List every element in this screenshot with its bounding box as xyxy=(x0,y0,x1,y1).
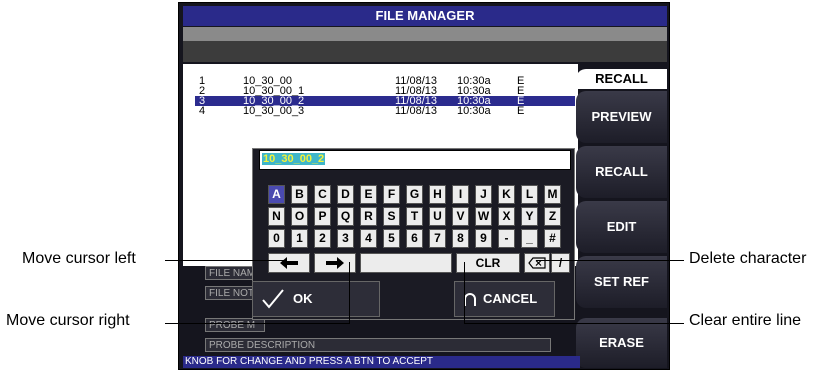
key-X[interactable]: X xyxy=(498,207,515,226)
key-W[interactable]: W xyxy=(475,207,492,226)
key-4[interactable]: 4 xyxy=(360,229,377,248)
key-0[interactable]: 0 xyxy=(268,229,285,248)
key-S[interactable]: S xyxy=(383,207,400,226)
key-9[interactable]: 9 xyxy=(475,229,492,248)
key-8[interactable]: 8 xyxy=(452,229,469,248)
file-name-input[interactable]: 10_30_00_2 xyxy=(259,150,571,170)
key-I[interactable]: I xyxy=(452,185,469,204)
edit-button[interactable]: EDIT xyxy=(576,201,667,253)
file-name-value: 10_30_00_2 xyxy=(262,153,326,165)
key-E[interactable]: E xyxy=(360,185,377,204)
key-U[interactable]: U xyxy=(429,207,446,226)
key-F[interactable]: F xyxy=(383,185,400,204)
erase-button[interactable]: ERASE xyxy=(576,318,667,368)
key-Y[interactable]: Y xyxy=(521,207,538,226)
key-Z[interactable]: Z xyxy=(544,207,561,226)
probe-model-field[interactable]: PROBE M xyxy=(205,318,265,332)
key-Q[interactable]: Q xyxy=(337,207,354,226)
callout-line xyxy=(165,323,350,324)
recall-tab[interactable]: RECALL xyxy=(576,69,667,89)
file-date: 11/08/13 xyxy=(395,105,438,117)
key-A[interactable]: A xyxy=(268,185,285,204)
callout-cursor-left: Move cursor left xyxy=(22,250,136,267)
header-band-dark xyxy=(183,41,667,62)
key-O[interactable]: O xyxy=(291,207,308,226)
recall-button[interactable]: RECALL xyxy=(576,146,667,198)
ok-label: OK xyxy=(293,291,313,306)
callout-line xyxy=(165,260,287,261)
key-3[interactable]: 3 xyxy=(337,229,354,248)
key-N[interactable]: N xyxy=(268,207,285,226)
preview-button[interactable]: PREVIEW xyxy=(576,91,667,143)
key-5[interactable]: 5 xyxy=(383,229,400,248)
key-C[interactable]: C xyxy=(314,185,331,204)
file-name: 10_30_00_3 xyxy=(243,105,305,117)
key-H[interactable]: H xyxy=(429,185,446,204)
callout-line xyxy=(536,260,684,261)
file-num: 4 xyxy=(199,105,206,117)
callout-clear-line: Clear entire line xyxy=(689,312,802,329)
key-L[interactable]: L xyxy=(521,185,538,204)
callout-line xyxy=(464,262,465,324)
ok-button[interactable]: OK xyxy=(252,281,380,317)
header-band xyxy=(183,27,667,41)
key-1[interactable]: 1 xyxy=(291,229,308,248)
backspace-icon xyxy=(528,257,546,269)
callout-line xyxy=(349,262,350,324)
file-time: 10:30a xyxy=(457,105,491,117)
checkmark-icon xyxy=(262,289,284,309)
cancel-button[interactable]: CANCEL xyxy=(454,281,555,317)
window-title: FILE MANAGER xyxy=(183,6,667,26)
set-ref-button[interactable]: SET REF xyxy=(576,256,667,308)
key-#[interactable]: # xyxy=(544,229,561,248)
callout-line xyxy=(464,323,684,324)
cursor-left-key[interactable] xyxy=(268,253,310,273)
callout-cursor-right: Move cursor right xyxy=(6,312,130,329)
probe-description-field[interactable]: PROBE DESCRIPTION xyxy=(205,338,551,352)
key-M[interactable]: M xyxy=(544,185,561,204)
arrow-left-icon xyxy=(280,257,298,269)
backspace-key[interactable] xyxy=(524,253,550,273)
key-P[interactable]: P xyxy=(314,207,331,226)
status-bar: KNOB FOR CHANGE AND PRESS A BTN TO ACCEP… xyxy=(183,356,580,368)
space-key[interactable] xyxy=(360,253,452,273)
key--[interactable]: - xyxy=(498,229,515,248)
key-T[interactable]: T xyxy=(406,207,423,226)
key-D[interactable]: D xyxy=(337,185,354,204)
key-J[interactable]: J xyxy=(475,185,492,204)
key-G[interactable]: G xyxy=(406,185,423,204)
cancel-label: CANCEL xyxy=(483,291,538,306)
key-V[interactable]: V xyxy=(452,207,469,226)
key-7[interactable]: 7 xyxy=(429,229,446,248)
key-6[interactable]: 6 xyxy=(406,229,423,248)
slash-key[interactable]: / xyxy=(551,253,570,273)
key-B[interactable]: B xyxy=(291,185,308,204)
key-_[interactable]: _ xyxy=(521,229,538,248)
file-row[interactable]: 4 10_30_00_3 11/08/13 10:30a E xyxy=(195,105,575,117)
key-R[interactable]: R xyxy=(360,207,377,226)
key-K[interactable]: K xyxy=(498,185,515,204)
key-2[interactable]: 2 xyxy=(314,229,331,248)
callout-delete-char: Delete character xyxy=(689,250,807,267)
arrow-right-icon xyxy=(326,257,344,269)
file-flag: E xyxy=(517,105,525,117)
clear-key[interactable]: CLR xyxy=(456,253,520,273)
